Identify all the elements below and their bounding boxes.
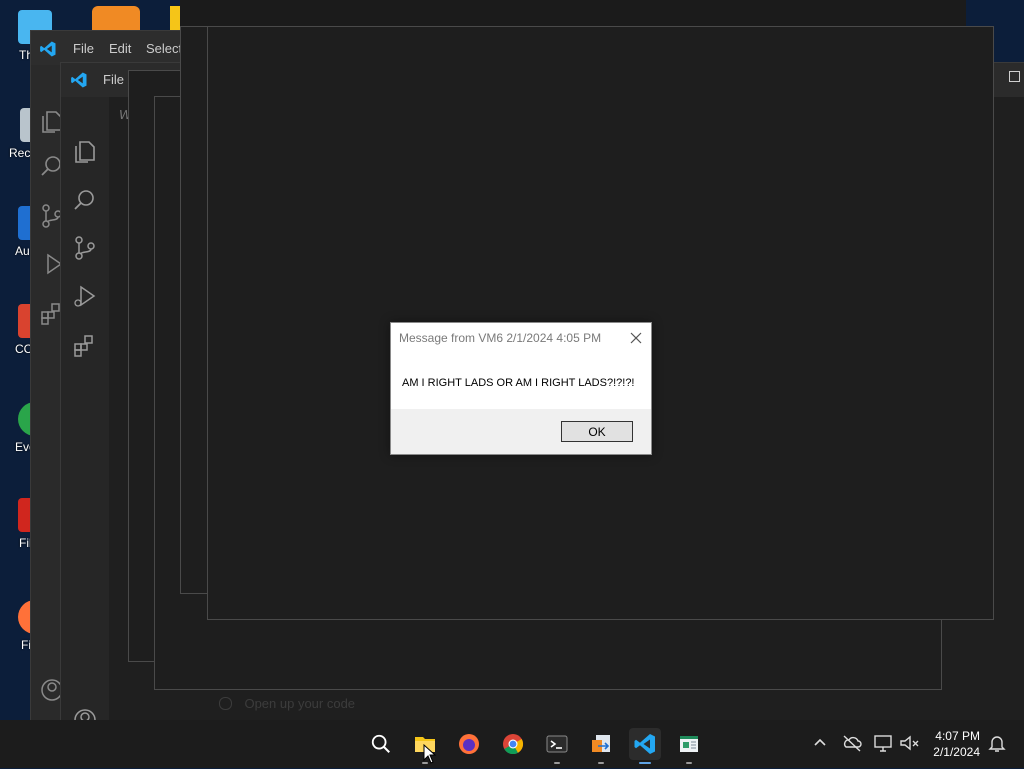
radio-circle-icon [219, 697, 232, 711]
taskbar-vscode[interactable] [629, 728, 661, 764]
terminal-icon [546, 735, 568, 753]
taskbar-firefox[interactable] [453, 728, 485, 760]
taskbar-terminal[interactable] [541, 728, 573, 764]
clock-time: 4:07 PM [935, 729, 980, 743]
extensions-icon[interactable] [72, 333, 98, 359]
onedrive-offline-icon[interactable] [841, 732, 863, 754]
firefox-icon [459, 734, 479, 754]
taskbar-chrome[interactable] [497, 728, 529, 760]
walkthrough-item[interactable]: Open up your code [219, 695, 355, 713]
message-dialog: Message from VM6 2/1/2024 4:05 PM AM I R… [390, 322, 652, 455]
taskbar-search[interactable] [365, 728, 397, 760]
close-icon[interactable] [627, 329, 645, 347]
file-transfer-icon [592, 735, 610, 752]
dialog-title: Message from VM6 2/1/2024 4:05 PM [399, 331, 602, 345]
search-icon[interactable] [72, 187, 98, 213]
notification-bell-icon[interactable] [986, 732, 1008, 754]
show-hidden-icons-chevron-icon[interactable] [809, 732, 831, 754]
mouse-cursor-icon [423, 743, 437, 769]
volume-muted-icon[interactable] [898, 732, 920, 754]
vscode-logo-icon [70, 71, 88, 89]
chrome-icon [503, 734, 524, 755]
vscode-logo-icon [39, 40, 57, 58]
dialog-title-bar: Message from VM6 2/1/2024 4:05 PM [391, 323, 651, 353]
notepad-icon [680, 736, 698, 752]
clock[interactable]: 4:07 PM 2/1/2024 [933, 728, 980, 760]
walkthrough-item-label: Open up your code [244, 696, 356, 711]
maximize-icon[interactable] [1009, 71, 1020, 82]
vscode-icon [634, 734, 655, 754]
search-icon [371, 734, 390, 753]
active-indicator [639, 762, 651, 764]
network-icon[interactable] [872, 732, 894, 754]
source-control-icon[interactable] [72, 235, 98, 261]
ok-button[interactable]: OK [561, 421, 633, 442]
running-indicator [598, 762, 604, 764]
dialog-body: AM I RIGHT LADS OR AM I RIGHT LADS?!?!?! [391, 353, 651, 409]
taskbar-file-transfer[interactable] [585, 728, 617, 764]
activity-bar [61, 97, 109, 731]
clock-date: 2/1/2024 [933, 745, 980, 759]
running-indicator [554, 762, 560, 764]
taskbar-notepad[interactable] [673, 728, 705, 764]
activity-bar [31, 65, 63, 749]
menu-edit[interactable]: Edit [109, 41, 131, 56]
run-debug-icon[interactable] [72, 283, 98, 309]
dialog-message: AM I RIGHT LADS OR AM I RIGHT LADS?!?!?! [402, 377, 635, 389]
menu-file[interactable]: File [73, 41, 94, 56]
menu-file[interactable]: File [103, 72, 124, 87]
taskbar: 4:07 PM 2/1/2024 [0, 720, 1024, 768]
explorer-icon[interactable] [72, 139, 98, 165]
running-indicator [686, 762, 692, 764]
